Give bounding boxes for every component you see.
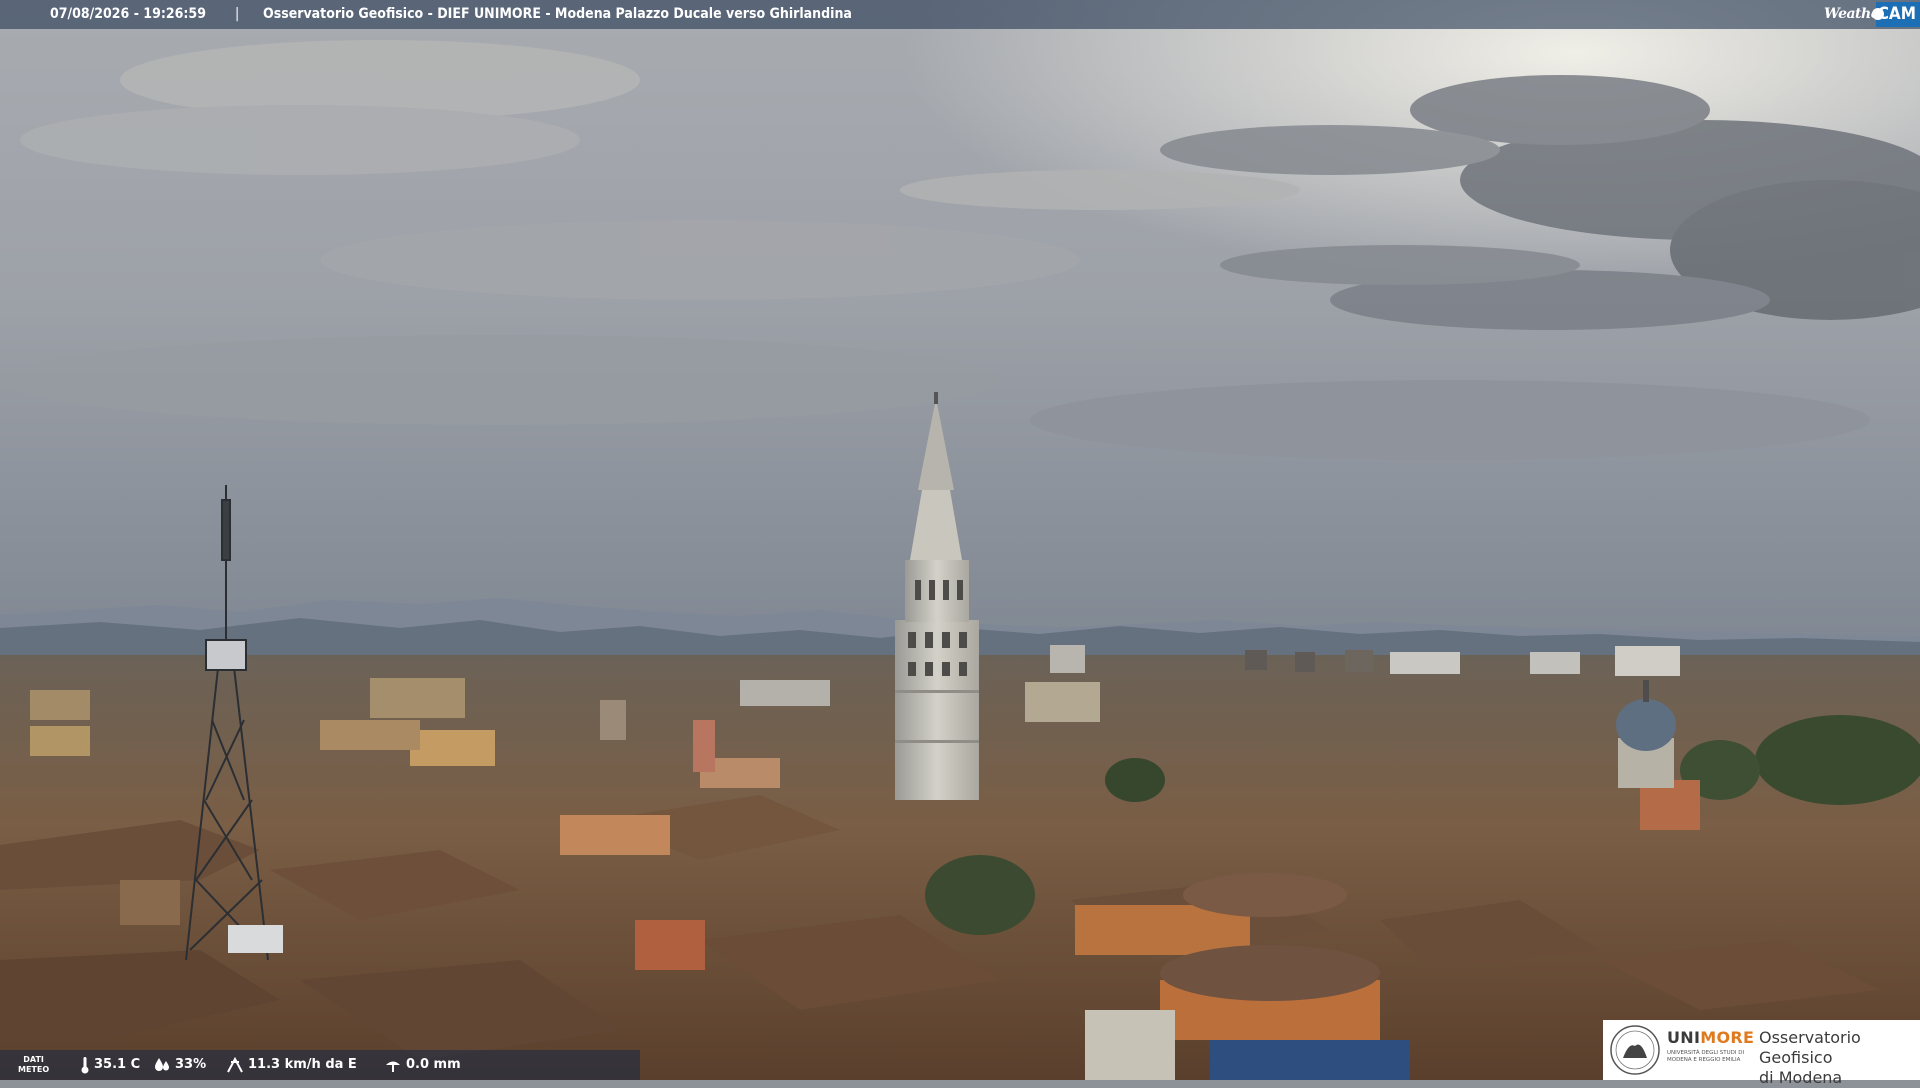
wind-reading: 11.3 km/h da E: [226, 1050, 357, 1080]
weather-data-label: DATI METEO: [18, 1055, 49, 1075]
observatory-name-line2: di Modena: [1759, 1068, 1843, 1087]
university-seal-icon: [1610, 1025, 1660, 1075]
unimore-wordmark-uni: UNI: [1667, 1028, 1701, 1047]
unimore-wordmark-more: MORE: [1700, 1028, 1755, 1047]
logo-dot-icon: [1872, 8, 1884, 20]
weather-data-bar: DATI METEO 35.1 C 33% 11.3 km/h da E 0.0…: [0, 1050, 640, 1080]
weather-data-label-line2: METEO: [18, 1065, 50, 1074]
rain-gauge-icon: [386, 1061, 400, 1072]
unimore-subtitle-line1: UNIVERSITÀ DEGLI STUDI DI: [1667, 1050, 1745, 1056]
unimore-subtitle-line2: MODENA E REGGIO EMILIA: [1667, 1057, 1741, 1063]
unimore-wordmark: UNIMORE: [1667, 1028, 1754, 1047]
camera-title: Osservatorio Geofisico - DIEF UNIMORE - …: [263, 6, 852, 22]
unimore-subtitle: UNIVERSITÀ DEGLI STUDI DI MODENA E REGGI…: [1667, 1050, 1757, 1064]
rain-value: 0.0 mm: [406, 1057, 461, 1072]
webcam-overlay-header: 07/08/2026 - 19:26:59 | Osservatorio Geo…: [0, 0, 1920, 29]
timestamp: 07/08/2026 - 19:26:59: [50, 6, 206, 22]
humidity-drops-icon: [155, 1057, 169, 1071]
weather-data-label-line1: DATI: [23, 1055, 44, 1064]
wind-value: 11.3 km/h da E: [248, 1057, 357, 1072]
humidity-value: 33%: [175, 1057, 207, 1072]
observatory-name: Osservatorio Geofisico di Modena: [1759, 1028, 1920, 1088]
separator: |: [235, 6, 240, 22]
temperature-value: 35.1 C: [94, 1057, 141, 1072]
rain-reading: 0.0 mm: [384, 1050, 461, 1080]
temperature-reading: 35.1 C: [80, 1050, 140, 1080]
humidity-reading: 33%: [153, 1050, 206, 1080]
webcam-image: [0, 0, 1920, 1080]
antenna-equipment: [228, 925, 283, 953]
thermometer-icon: [81, 1056, 89, 1073]
unimore-observatory-logo: UNIMORE UNIVERSITÀ DEGLI STUDI DI MODENA…: [1603, 1020, 1920, 1087]
wind-direction-icon: [227, 1056, 243, 1072]
weathercam-logo-cam: CAM: [1872, 2, 1920, 27]
weathercam-logo: Weather CAM: [1816, 0, 1920, 29]
observatory-name-line1: Osservatorio Geofisico: [1759, 1028, 1861, 1067]
